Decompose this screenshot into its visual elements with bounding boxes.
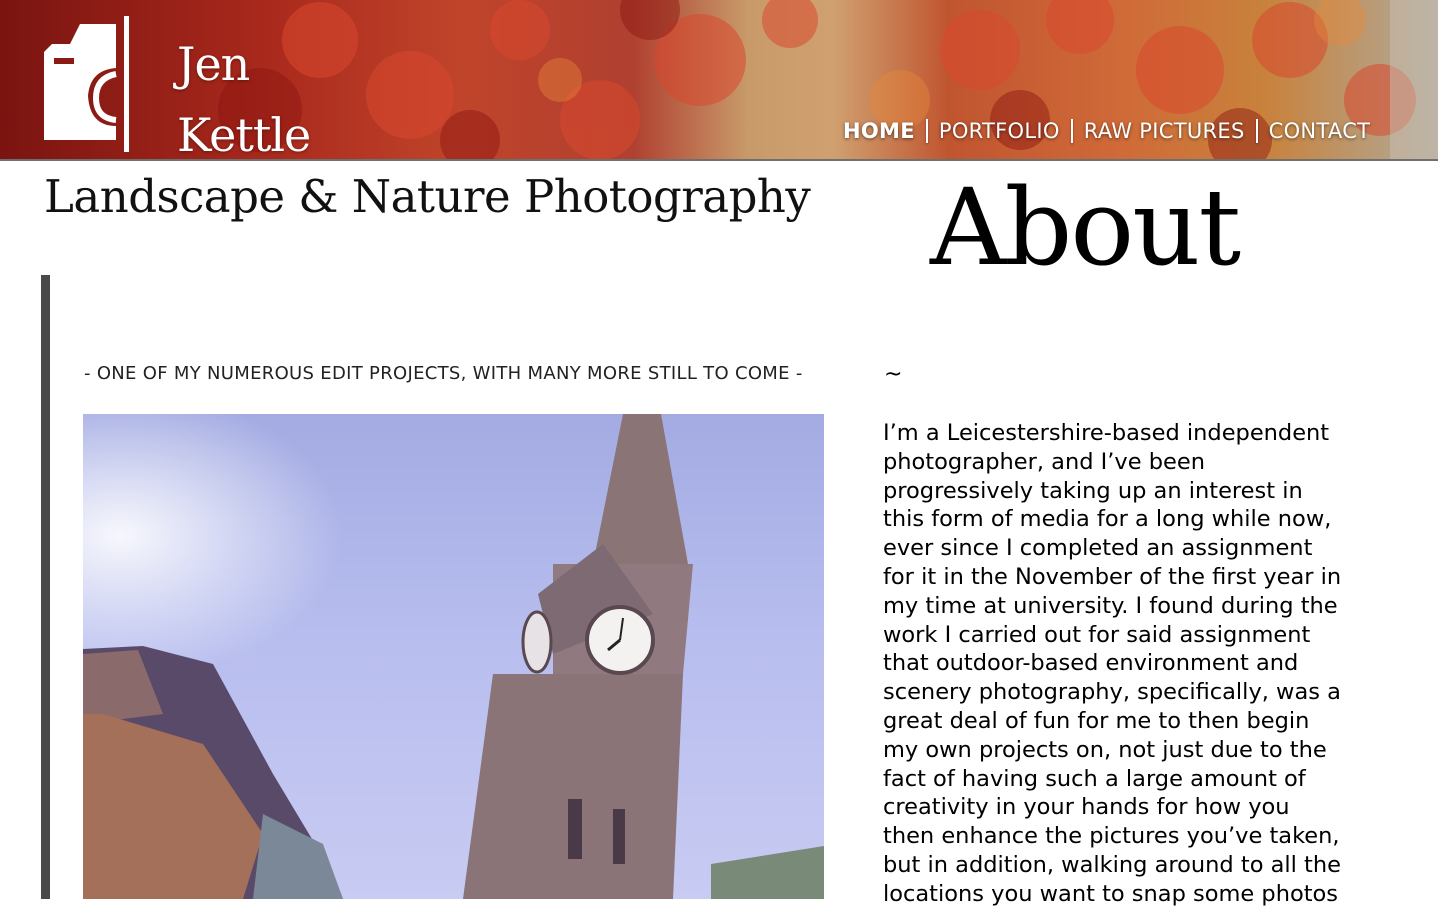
- header-divider: [0, 159, 1438, 161]
- camera-icon: [44, 16, 129, 152]
- main-nav: HOME PORTFOLIO RAW PICTURES CONTACT: [843, 116, 1370, 146]
- nav-contact[interactable]: CONTACT: [1269, 119, 1371, 143]
- brand-name-line2: Kettle: [177, 108, 311, 159]
- accent-bar: [41, 275, 50, 899]
- site-subtitle: Landscape & Nature Photography: [44, 170, 811, 223]
- about-separator: ~: [884, 362, 903, 387]
- nav-divider: [1070, 119, 1073, 143]
- photo-caption: - ONE OF MY NUMEROUS EDIT PROJECTS, WITH…: [84, 363, 803, 384]
- nav-divider: [1255, 119, 1258, 143]
- about-heading: About: [930, 166, 1241, 289]
- nav-portfolio[interactable]: PORTFOLIO: [939, 119, 1060, 143]
- brand-name-line1: Jen: [177, 37, 250, 91]
- featured-photo-clock-tower[interactable]: [83, 414, 824, 899]
- header-banner: Jen Kettle HOME PORTFOLIO RAW PICTURES C…: [0, 0, 1438, 159]
- nav-divider: [925, 119, 928, 143]
- site-logo[interactable]: Jen Kettle: [40, 14, 311, 158]
- nav-raw-pictures[interactable]: RAW PICTURES: [1084, 119, 1245, 143]
- nav-home[interactable]: HOME: [843, 119, 915, 143]
- about-body-text: I’m a Leicestershire-based independent p…: [883, 420, 1342, 907]
